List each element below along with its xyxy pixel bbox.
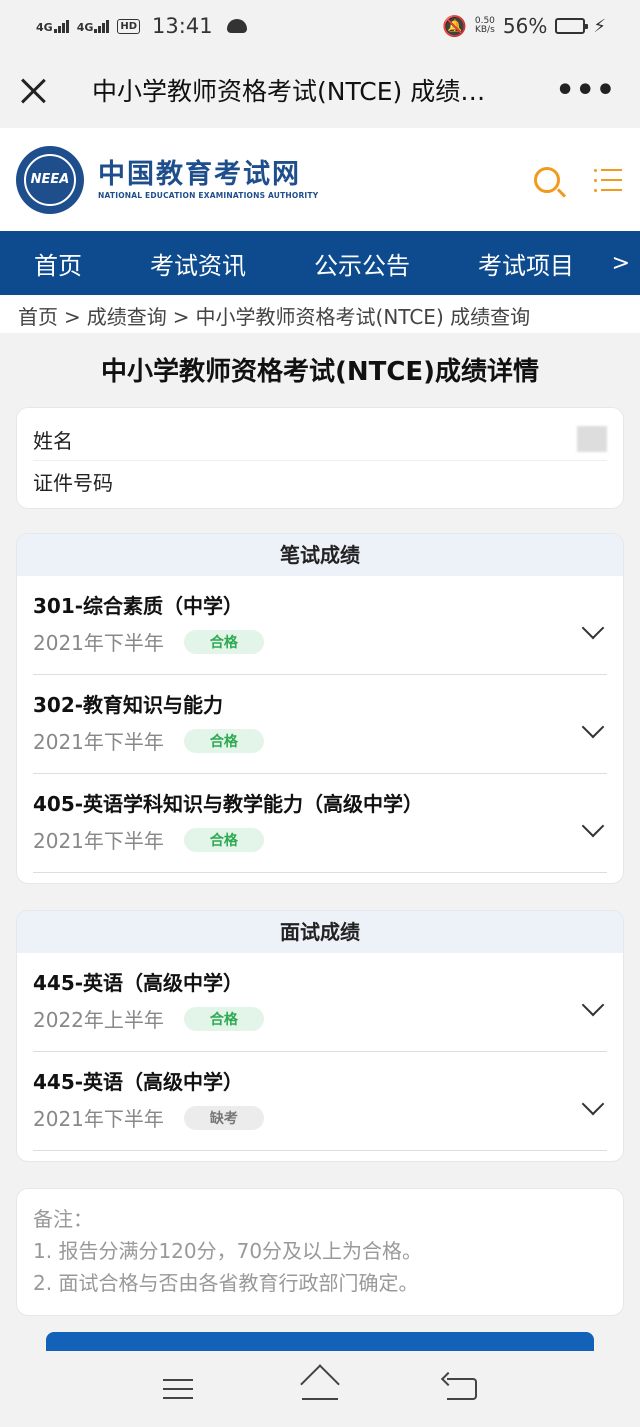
exam-term: 2022年上半年 bbox=[33, 1008, 164, 1032]
exam-term: 2021年下半年 bbox=[33, 1107, 164, 1131]
subject-name: 405-英语学科知识与教学能力（高级中学） bbox=[33, 792, 424, 816]
notes-line: 1. 报告分满分120分，70分及以上为合格。 bbox=[33, 1239, 423, 1263]
breadcrumb-separator: > bbox=[64, 305, 81, 329]
interview-scores-card: 面试成绩 445-英语（高级中学） 2022年上半年 合格 445-英语（高级中学… bbox=[16, 910, 624, 1162]
search-icon[interactable] bbox=[534, 166, 560, 193]
main-nav: 首页 考试资讯 公示公告 考试项目 > bbox=[0, 231, 640, 295]
status-right: 🔕 0.50 KB/s 56% ⚡ bbox=[442, 14, 606, 38]
subject-name: 445-英语（高级中学） bbox=[33, 1070, 244, 1094]
hd-voice-icon: HD bbox=[117, 18, 141, 34]
score-item[interactable]: 405-英语学科知识与教学能力（高级中学） 2021年下半年 合格 bbox=[33, 774, 607, 873]
nav-item-notices[interactable]: 公示公告 bbox=[280, 246, 410, 281]
nav-more-arrow-icon[interactable]: > bbox=[612, 251, 630, 276]
recent-apps-icon[interactable] bbox=[163, 1379, 194, 1399]
page-title: 中小学教师资格考试(NTCE) 成绩… bbox=[92, 77, 486, 106]
status-time: 13:41 bbox=[152, 14, 213, 38]
breadcrumb-current: 中小学教师资格考试(NTCE) 成绩查询 bbox=[195, 305, 531, 329]
site-header: NEEA 中国教育考试网 NATIONAL EDUCATION EXAMINAT… bbox=[0, 128, 640, 231]
notes-line: 2. 面试合格与否由各省教育行政部门确定。 bbox=[33, 1271, 419, 1295]
name-value-redacted bbox=[577, 426, 607, 452]
nav-item-home[interactable]: 首页 bbox=[0, 246, 82, 281]
cloud-icon bbox=[226, 19, 247, 33]
webview-title-bar: 中小学教师资格考试(NTCE) 成绩… ••• bbox=[0, 52, 640, 128]
score-item[interactable]: 301-综合素质（中学） 2021年下半年 合格 bbox=[33, 576, 607, 675]
network-speed: 0.50 KB/s bbox=[474, 16, 495, 35]
exam-term: 2021年下半年 bbox=[33, 829, 164, 853]
battery-percent: 56% bbox=[502, 14, 548, 38]
main-content: 中小学教师资格考试(NTCE)成绩详情 姓名 证件号码 笔试成绩 301-综合素… bbox=[0, 333, 640, 1392]
subject-name: 301-综合素质（中学） bbox=[33, 594, 244, 618]
notes-card: 备注： 1. 报告分满分120分，70分及以上为合格。 2. 面试合格与否由各省… bbox=[16, 1188, 624, 1316]
score-item[interactable]: 445-英语（高级中学） 2021年下半年 缺考 bbox=[33, 1052, 607, 1151]
written-scores-card: 笔试成绩 301-综合素质（中学） 2021年下半年 合格 302-教育知识与能力… bbox=[16, 533, 624, 884]
menu-list-icon[interactable] bbox=[594, 168, 622, 192]
status-left: 4G 4G HD 13:41 bbox=[36, 14, 247, 38]
page-heading: 中小学教师资格考试(NTCE)成绩详情 bbox=[100, 357, 540, 387]
score-item[interactable]: 302-教育知识与能力 2021年下半年 合格 bbox=[33, 675, 607, 774]
status-badge: 缺考 bbox=[183, 1105, 264, 1130]
breadcrumb-separator: > bbox=[172, 305, 190, 329]
exam-term: 2021年下半年 bbox=[33, 631, 164, 655]
more-options-icon[interactable]: ••• bbox=[555, 73, 616, 108]
status-bar: 4G 4G HD 13:41 🔕 0.50 KB/s 56% ⚡ bbox=[0, 0, 640, 52]
status-badge: 合格 bbox=[183, 728, 264, 753]
sim1-signal-icon: 4G bbox=[36, 19, 69, 33]
neea-logo-icon[interactable]: NEEA bbox=[16, 145, 84, 214]
name-label: 姓名 bbox=[33, 428, 73, 453]
breadcrumb-home[interactable]: 首页 bbox=[18, 305, 58, 329]
close-icon[interactable] bbox=[20, 76, 48, 104]
mute-bell-icon: 🔕 bbox=[441, 14, 467, 38]
system-nav-bar bbox=[0, 1351, 640, 1427]
back-icon[interactable] bbox=[446, 1378, 477, 1400]
site-name-cn: 中国教育考试网 bbox=[98, 159, 301, 190]
name-row: 姓名 bbox=[33, 418, 607, 460]
status-badge: 合格 bbox=[183, 1006, 264, 1031]
subject-name: 302-教育知识与能力 bbox=[33, 693, 224, 717]
breadcrumb-score-query[interactable]: 成绩查询 bbox=[87, 305, 167, 329]
notes-title: 备注： bbox=[33, 1207, 93, 1231]
sim2-signal-icon: 4G bbox=[77, 19, 110, 33]
status-badge: 合格 bbox=[183, 827, 264, 852]
breadcrumb: 首页 > 成绩查询 > 中小学教师资格考试(NTCE) 成绩查询 bbox=[0, 295, 640, 333]
nav-item-news[interactable]: 考试资讯 bbox=[116, 246, 246, 281]
site-logo-text[interactable]: 中国教育考试网 NATIONAL EDUCATION EXAMINATIONS … bbox=[98, 159, 534, 200]
id-label: 证件号码 bbox=[33, 471, 113, 495]
written-scores-title: 笔试成绩 bbox=[17, 534, 623, 576]
home-icon[interactable] bbox=[300, 1378, 340, 1400]
charging-icon: ⚡ bbox=[593, 15, 606, 37]
candidate-info-card: 姓名 证件号码 bbox=[16, 407, 624, 509]
nav-item-exams[interactable]: 考试项目 bbox=[444, 246, 574, 281]
subject-name: 445-英语（高级中学） bbox=[33, 971, 244, 995]
id-row: 证件号码 bbox=[33, 460, 607, 502]
exam-term: 2021年下半年 bbox=[33, 730, 164, 754]
status-badge: 合格 bbox=[183, 629, 264, 654]
battery-icon bbox=[555, 18, 589, 34]
site-name-en: NATIONAL EDUCATION EXAMINATIONS AUTHORIT… bbox=[98, 191, 319, 200]
header-icons bbox=[534, 166, 622, 193]
score-item[interactable]: 445-英语（高级中学） 2022年上半年 合格 bbox=[33, 953, 607, 1052]
interview-scores-title: 面试成绩 bbox=[17, 911, 623, 953]
